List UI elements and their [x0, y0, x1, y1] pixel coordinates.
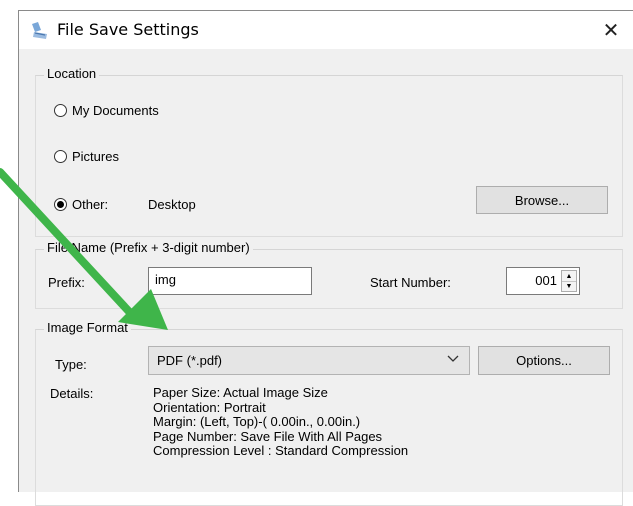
detail-margin: Margin: (Left, Top)-( 0.00in., 0.00in.) — [153, 414, 361, 429]
radio-my-documents[interactable] — [54, 104, 67, 117]
prefix-input[interactable]: img — [148, 267, 312, 295]
detail-paper-size: Paper Size: Actual Image Size — [153, 385, 328, 400]
close-icon: ✕ — [602, 18, 620, 42]
start-number-spinner[interactable]: 001 ▲ ▼ — [506, 267, 580, 295]
close-button[interactable]: ✕ — [588, 11, 633, 49]
detail-compression-level: Compression Level : Standard Compression — [153, 443, 409, 458]
prefix-label: Prefix: — [48, 275, 85, 290]
location-group: Location My Documents Pictures Other: De… — [35, 66, 623, 237]
dialog-body: Location My Documents Pictures Other: De… — [19, 49, 633, 506]
file-name-legend: File Name (Prefix + 3-digit number) — [44, 240, 253, 255]
start-number-value: 001 — [535, 273, 557, 288]
type-label: Type: — [55, 357, 87, 372]
image-format-legend: Image Format — [44, 320, 131, 335]
radio-other-label[interactable]: Other: — [72, 197, 108, 212]
radio-my-documents-label[interactable]: My Documents — [72, 103, 159, 118]
radio-pictures-label[interactable]: Pictures — [72, 149, 119, 164]
file-save-settings-dialog: File Save Settings ✕ Location My Documen… — [18, 10, 633, 506]
options-button[interactable]: Options... — [478, 346, 610, 375]
spinner-arrows[interactable]: ▲ ▼ — [561, 270, 577, 292]
details-label: Details: — [50, 386, 94, 401]
scanner-app-icon — [29, 20, 51, 42]
detail-page-number: Page Number: Save File With All Pages — [153, 428, 383, 444]
type-select[interactable]: PDF (*.pdf) — [148, 346, 470, 375]
image-format-group: Image Format Type: PDF (*.pdf) Options..… — [35, 320, 623, 506]
options-button-label: Options... — [516, 353, 572, 368]
location-legend: Location — [44, 66, 100, 81]
browse-button-label: Browse... — [514, 192, 570, 208]
other-folder-path: Desktop — [148, 197, 196, 212]
type-select-value: PDF (*.pdf) — [157, 353, 223, 368]
dialog-title: File Save Settings — [57, 20, 199, 39]
details-text: Paper Size: Actual Image Size Orientatio… — [153, 385, 409, 459]
start-number-label: Start Number: — [370, 275, 451, 290]
file-name-group: File Name (Prefix + 3-digit number) Pref… — [35, 240, 623, 309]
radio-other[interactable] — [54, 198, 67, 211]
radio-pictures[interactable] — [54, 150, 67, 163]
prefix-input-value: img — [155, 272, 176, 287]
browse-button[interactable]: Browse... — [476, 186, 608, 214]
detail-orientation: Orientation: Portrait — [153, 399, 266, 415]
spin-down-icon[interactable]: ▼ — [562, 281, 576, 291]
title-bar: File Save Settings ✕ — [19, 11, 633, 49]
chevron-down-icon — [447, 352, 459, 364]
